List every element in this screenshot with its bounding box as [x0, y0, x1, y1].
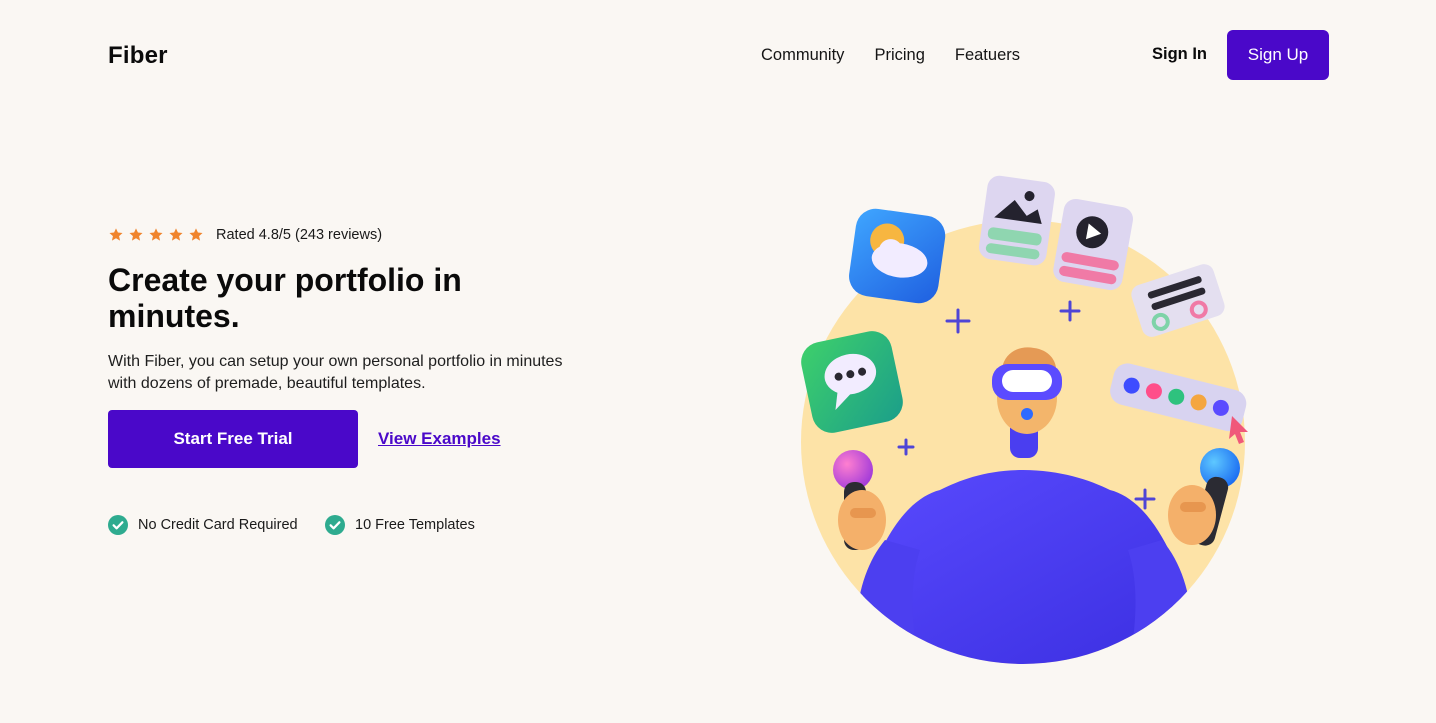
- feature-label: 10 Free Templates: [355, 517, 475, 533]
- rating-text: Rated 4.8/5 (243 reviews): [216, 227, 383, 243]
- nav-pricing[interactable]: Pricing: [874, 45, 924, 65]
- feature-label: No Credit Card Required: [138, 517, 298, 533]
- nav-features[interactable]: Featuers: [955, 45, 1020, 65]
- chat-app-icon: [801, 331, 903, 433]
- weather-app-icon: [849, 208, 946, 304]
- hero-illustration: [801, 175, 1248, 664]
- check-circle-icon: [325, 515, 345, 535]
- star-icon: [129, 228, 143, 241]
- video-card-icon: [1053, 198, 1133, 291]
- star-icon: [169, 228, 183, 241]
- landing-page: Fiber Community Pricing Featuers Sign In…: [0, 0, 1436, 723]
- image-card-icon: [978, 175, 1055, 266]
- sign-up-button[interactable]: Sign Up: [1227, 30, 1329, 80]
- star-rating: [108, 227, 204, 243]
- logo[interactable]: Fiber: [108, 42, 168, 70]
- hero-subtext: With Fiber, you can setup your own perso…: [108, 353, 563, 392]
- hero-headline: Create your portfolio in minutes.: [108, 262, 462, 334]
- sign-in-link[interactable]: Sign In: [1152, 45, 1207, 64]
- main-nav: Community Pricing Featuers: [761, 45, 1020, 65]
- view-examples-link[interactable]: View Examples: [378, 429, 501, 449]
- feature-free-templates: 10 Free Templates: [325, 515, 475, 535]
- feature-no-credit-card: No Credit Card Required: [108, 515, 298, 535]
- rating: Rated 4.8/5 (243 reviews): [108, 227, 382, 243]
- star-icon: [149, 228, 163, 241]
- star-icon: [189, 228, 203, 241]
- star-icon: [109, 228, 123, 241]
- start-free-trial-button[interactable]: Start Free Trial: [108, 410, 358, 468]
- nav-community[interactable]: Community: [761, 45, 844, 65]
- check-circle-icon: [108, 515, 128, 535]
